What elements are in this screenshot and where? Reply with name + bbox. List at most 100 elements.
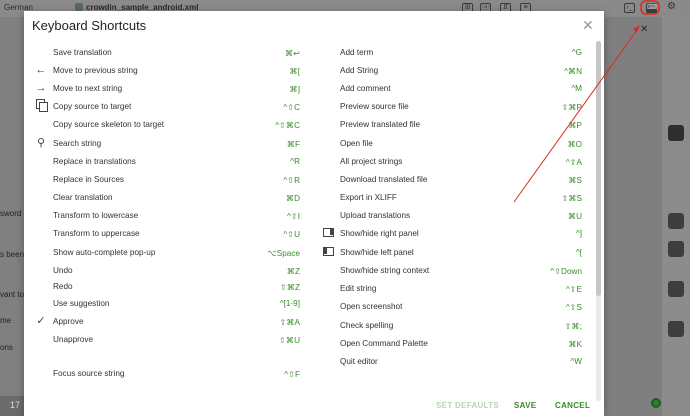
shortcut-key[interactable]: ⌘D bbox=[286, 193, 300, 203]
shortcut-row[interactable]: Show auto-complete pop-up ⌥Space bbox=[30, 244, 302, 262]
shortcut-row[interactable]: ← Move to previous string ⌘[ bbox=[30, 62, 302, 80]
shortcut-key[interactable]: ⇧⌘U bbox=[279, 335, 300, 345]
shortcut-key[interactable]: ^R bbox=[290, 157, 300, 166]
icon-slot bbox=[321, 172, 335, 186]
shortcut-key[interactable]: ^⇧S bbox=[566, 302, 582, 312]
shortcut-row[interactable]: Add term ^G bbox=[320, 44, 584, 62]
shortcut-key[interactable]: ⌘K bbox=[568, 339, 582, 349]
shortcut-key[interactable]: ⌘P bbox=[568, 120, 582, 130]
shortcut-key[interactable]: ^[1-9] bbox=[280, 299, 300, 308]
shortcut-key[interactable]: ⌘F bbox=[287, 139, 300, 149]
shortcut-label: Replace in Sources bbox=[53, 175, 124, 184]
shortcut-key[interactable]: ^⌘N bbox=[564, 66, 582, 76]
shortcut-row[interactable]: ⚲ Search string ⌘F bbox=[30, 135, 302, 153]
shortcut-row[interactable]: ✓ Approve ⇧⌘A bbox=[30, 313, 302, 331]
shortcut-key[interactable]: ⌘S bbox=[568, 175, 582, 185]
close-icon[interactable]: ✕ bbox=[582, 17, 594, 34]
shortcut-row[interactable]: Unapprove ⇧⌘U bbox=[30, 331, 302, 349]
shortcut-row[interactable]: Preview translated file ⌘P bbox=[320, 116, 584, 134]
shortcut-key[interactable]: ^M bbox=[571, 84, 582, 93]
side-icon-4[interactable] bbox=[668, 281, 684, 297]
shortcut-key[interactable]: ⌘↩ bbox=[285, 48, 300, 58]
shortcut-key[interactable]: ⇧⌘S bbox=[561, 193, 582, 203]
shortcut-row[interactable]: Redo ⇧⌘Z bbox=[30, 278, 302, 296]
side-icon-2[interactable] bbox=[668, 213, 684, 229]
icon-slot bbox=[321, 354, 335, 368]
shortcut-row[interactable]: Show/hide string context ^⇧Down bbox=[320, 262, 584, 280]
save-button[interactable]: SAVE bbox=[514, 401, 536, 410]
shortcut-row[interactable]: Save translation ⌘↩ bbox=[30, 44, 302, 62]
shortcut-row[interactable]: Show/hide left panel ^[ bbox=[320, 244, 584, 262]
left-fragment: sword bbox=[0, 209, 22, 218]
scrollbar[interactable] bbox=[596, 41, 601, 401]
icon-slot bbox=[34, 117, 48, 131]
shortcut-key[interactable]: ^⇧E bbox=[566, 284, 582, 294]
shortcut-row[interactable]: Focus source string ^⇧F bbox=[30, 365, 302, 383]
shortcut-row[interactable]: → Move to next string ⌘] bbox=[30, 80, 302, 98]
pin-icon[interactable]: ✕ bbox=[640, 24, 648, 35]
shortcut-row[interactable]: Download translated file ⌘S bbox=[320, 171, 584, 189]
icon-slot bbox=[321, 81, 335, 95]
shortcut-row[interactable]: Use suggestion ^[1-9] bbox=[30, 295, 302, 313]
shortcut-label: Focus source string bbox=[53, 369, 125, 378]
shortcut-key[interactable]: ^] bbox=[576, 229, 582, 238]
shortcut-key[interactable]: ^⇧R bbox=[283, 175, 300, 185]
shortcut-key[interactable]: ⇧⌘; bbox=[565, 321, 582, 331]
shortcut-key[interactable]: ⇧⌘Z bbox=[280, 282, 300, 292]
shortcut-row[interactable]: Copy source to target ^⇧C bbox=[30, 98, 302, 116]
shortcut-key[interactable]: ⌘O bbox=[567, 139, 582, 149]
shortcut-row[interactable]: Open screenshot ^⇧S bbox=[320, 298, 584, 316]
keyboard-icon[interactable]: ⌨ bbox=[646, 3, 657, 13]
shortcut-key[interactable]: ⌘Z bbox=[287, 266, 300, 276]
shortcut-row[interactable]: Upload translations ⌘U bbox=[320, 207, 584, 225]
terminal-icon[interactable]: ›_ bbox=[624, 3, 635, 13]
shortcut-label: Open Command Palette bbox=[340, 339, 428, 348]
shortcut-key[interactable]: ^⇧Down bbox=[550, 266, 582, 276]
shortcut-row[interactable]: Transform to lowercase ^⇧I bbox=[30, 207, 302, 225]
shortcut-row[interactable]: Open Command Palette ⌘K bbox=[320, 335, 584, 353]
shortcut-row[interactable]: Quit editor ^W bbox=[320, 353, 584, 371]
shortcut-key[interactable]: ^⇧⌘C bbox=[275, 120, 300, 130]
icon-slot bbox=[34, 296, 48, 310]
shortcut-row[interactable]: Edit string ^⇧E bbox=[320, 280, 584, 298]
left-fragment: me bbox=[0, 316, 12, 325]
shortcut-label: Preview source file bbox=[340, 102, 409, 111]
side-icon-1[interactable] bbox=[668, 125, 684, 141]
shortcut-key[interactable]: ^⇧A bbox=[566, 157, 582, 167]
shortcut-row[interactable]: Copy source skeleton to target ^⇧⌘C bbox=[30, 116, 302, 134]
shortcut-key[interactable]: ⇧⌘P bbox=[561, 102, 582, 112]
shortcut-key[interactable]: ⌘U bbox=[568, 211, 582, 221]
shortcut-row[interactable]: Open file ⌘O bbox=[320, 135, 584, 153]
gear-icon[interactable]: ⚙ bbox=[666, 2, 677, 13]
shortcut-row[interactable]: Preview source file ⇧⌘P bbox=[320, 98, 584, 116]
shortcut-key[interactable]: ^⇧I bbox=[287, 211, 300, 221]
shortcut-row[interactable]: Add String ^⌘N bbox=[320, 62, 584, 80]
shortcut-row[interactable]: All project strings ^⇧A bbox=[320, 153, 584, 171]
shortcut-row[interactable]: Replace in translations ^R bbox=[30, 153, 302, 171]
shortcut-key[interactable]: ^⇧U bbox=[283, 229, 300, 239]
shortcut-key[interactable]: ^[ bbox=[576, 248, 582, 257]
shortcut-key[interactable]: ^G bbox=[572, 48, 582, 57]
shortcut-key[interactable]: ^W bbox=[570, 357, 582, 366]
scrollbar-thumb[interactable] bbox=[596, 41, 601, 296]
shortcut-row[interactable]: Replace in Sources ^⇧R bbox=[30, 171, 302, 189]
shortcut-key[interactable]: ⌘] bbox=[290, 84, 300, 94]
side-icon-3[interactable] bbox=[668, 241, 684, 257]
icon-slot bbox=[321, 299, 335, 313]
shortcut-key[interactable]: ⇧⌘A bbox=[279, 317, 300, 327]
translate-icon[interactable] bbox=[668, 43, 684, 59]
shortcut-row[interactable]: Check spelling ⇧⌘; bbox=[320, 317, 584, 335]
shortcut-key[interactable]: ^⇧F bbox=[284, 369, 300, 379]
shortcut-row[interactable]: Add comment ^M bbox=[320, 80, 584, 98]
shortcut-row[interactable]: Clear translation ⌘D bbox=[30, 189, 302, 207]
shortcut-row[interactable]: Show/hide right panel ^] bbox=[320, 225, 584, 243]
shortcut-key[interactable]: ⌘[ bbox=[290, 66, 300, 76]
shortcut-key[interactable]: ⌥Space bbox=[267, 248, 300, 258]
shortcut-row[interactable]: Export in XLIFF ⇧⌘S bbox=[320, 189, 584, 207]
shortcut-label: Copy source to target bbox=[53, 102, 132, 111]
set-defaults-button[interactable]: SET DEFAULTS bbox=[436, 401, 499, 410]
cancel-button[interactable]: CANCEL bbox=[555, 401, 590, 410]
shortcut-key[interactable]: ^⇧C bbox=[283, 102, 300, 112]
shortcut-row[interactable]: Transform to uppercase ^⇧U bbox=[30, 225, 302, 243]
side-icon-5[interactable] bbox=[668, 321, 684, 337]
